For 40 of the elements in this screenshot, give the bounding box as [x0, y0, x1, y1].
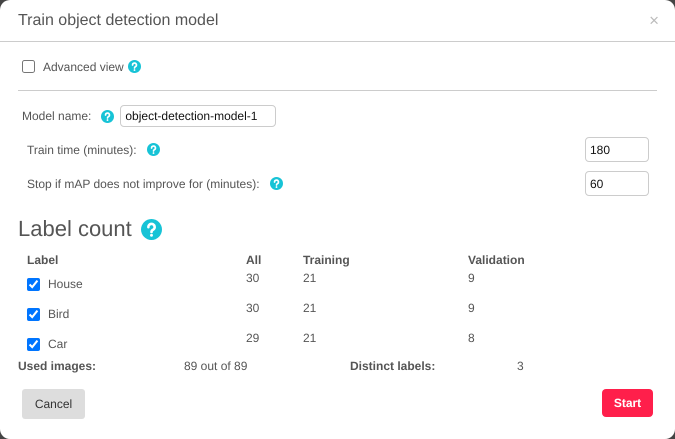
help-icon[interactable]: [146, 143, 160, 156]
label-name: Bird: [48, 307, 70, 321]
table-cell-text: 30: [246, 301, 260, 315]
label-name: House: [48, 277, 83, 291]
table-cell-text: 29: [246, 331, 260, 345]
table-cell-text: 21: [303, 331, 318, 345]
help-icon[interactable]: [128, 60, 141, 72]
number-field[interactable]: 180: [585, 137, 649, 162]
field-label: Train time (minutes):: [27, 142, 137, 156]
dialog-title: Train object detection model: [18, 12, 218, 30]
table-cell-text: 21: [303, 271, 318, 285]
column-header: Validation: [468, 253, 526, 267]
help-icon[interactable]: [101, 110, 114, 122]
summary-label: Distinct labels:: [350, 359, 436, 373]
number-field[interactable]: 60: [585, 171, 649, 196]
label-checkbox[interactable]: [27, 308, 40, 320]
section-heading: Label count: [18, 216, 132, 242]
table-cell-text: 9: [468, 271, 476, 285]
table-cell-text: 8: [468, 331, 476, 345]
help-icon[interactable]: [270, 177, 283, 190]
start-button[interactable]: Start: [602, 389, 653, 417]
summary-label: Used images:: [18, 359, 98, 373]
summary-value: 89 out of 89: [184, 359, 248, 373]
advanced-view-checkbox[interactable]: [22, 60, 35, 72]
column-header: All: [246, 253, 262, 267]
table-cell-text: 30: [246, 271, 260, 285]
cancel-button[interactable]: Cancel: [22, 389, 85, 419]
label-name: Car: [48, 337, 68, 351]
summary-value: 3: [517, 359, 525, 373]
table-cell-text: 9: [468, 301, 476, 315]
label-checkbox[interactable]: [27, 278, 40, 290]
field-label: Model name:: [22, 109, 92, 123]
model-name-field[interactable]: object-detection-model-1: [120, 105, 276, 127]
table-cell-text: 21: [303, 301, 318, 315]
column-header: Label: [27, 253, 60, 267]
help-icon[interactable]: [140, 218, 162, 240]
advanced-view-label: Advanced view: [43, 60, 124, 74]
field-label: Stop if mAP does not improve for (minutes):: [27, 176, 260, 190]
column-header: Training: [303, 253, 351, 267]
label-checkbox[interactable]: [27, 338, 40, 350]
